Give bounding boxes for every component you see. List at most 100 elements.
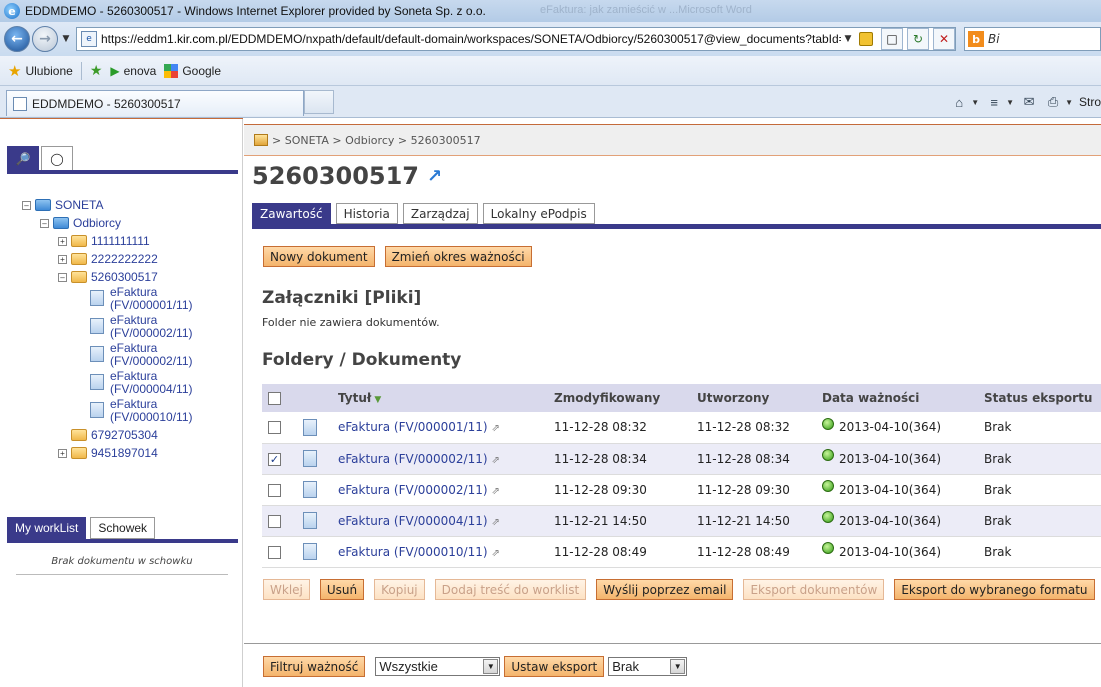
tags-tab-icon[interactable]: ◯ [41,146,73,171]
add-to-worklist-button[interactable]: Dodaj treść do worklist [434,579,587,600]
external-link-icon[interactable]: ⇗ [492,517,500,528]
row-checkbox[interactable] [268,545,281,559]
favorite-link-enova[interactable]: ▶ enova [110,64,156,78]
copy-button[interactable]: Kopiuj [374,579,425,600]
select-all-checkbox[interactable] [268,392,281,405]
set-export-button[interactable]: Ustaw eksport [504,656,605,677]
printer-icon[interactable]: ⎙ [1044,93,1062,111]
tree-label[interactable]: SONETA [55,198,103,212]
chevron-down-icon[interactable]: ▼ [670,659,686,674]
table-row[interactable]: eFaktura (FV/000010/11) ⇗ 11-12-28 08:49 … [262,536,1101,568]
home-icon[interactable]: ⌂ [950,93,968,111]
table-row[interactable]: eFaktura (FV/000002/11) ⇗ 11-12-28 09:30 … [262,474,1101,506]
export-documents-button[interactable]: Eksport dokumentów [743,579,885,600]
document-link[interactable]: eFaktura (FV/000002/11) [338,452,488,466]
stop-icon[interactable]: ✕ [933,28,955,50]
address-bar[interactable]: e https://eddm1.kir.com.pl/EDDMDEMO/nxpa… [76,27,956,51]
new-tab-button[interactable] [304,90,334,114]
title-header[interactable]: Tytuł ▼ [337,384,553,412]
delete-button[interactable]: Usuń [319,579,365,600]
row-checkbox[interactable] [268,514,281,528]
tree-doc-4[interactable]: eFaktura (FV/000004/11) [22,370,193,398]
tree-label[interactable]: 5260300517 [91,270,158,284]
row-checkbox[interactable] [268,483,281,497]
permalink-icon[interactable]: ↗ [427,166,442,187]
table-row[interactable]: eFaktura (FV/000001/11) ⇗ 11-12-28 08:32 … [262,412,1101,444]
tab-zarzadzaj[interactable]: Zarządzaj [402,203,478,224]
change-validity-button[interactable]: Zmień okres ważności [384,246,532,267]
tree-node-6792705304[interactable]: 6792705304 [22,426,193,444]
validity-header[interactable]: Data ważności [821,384,983,412]
url-text[interactable]: https://eddm1.kir.com.pl/EDDMDEMO/nxpath… [101,32,841,46]
tree-node-1111111111[interactable]: + 1111111111 [22,232,193,250]
tab-lokalny-epodpis[interactable]: Lokalny ePodpis [482,203,595,224]
chevron-down-icon[interactable]: ▼ [483,659,499,674]
history-dropdown-icon[interactable]: ▼ [60,34,72,44]
external-link-icon[interactable]: ⇗ [492,455,500,466]
modified-header[interactable]: Zmodyfikowany [553,384,696,412]
tree-label[interactable]: 2222222222 [91,252,158,266]
created-header[interactable]: Utworzony [696,384,821,412]
tree-doc-1[interactable]: eFaktura (FV/000001/11) [22,286,193,314]
row-checkbox-checked[interactable]: ✓ [268,452,281,466]
expand-icon[interactable]: + [58,236,67,246]
tree-label[interactable]: 9451897014 [91,446,158,460]
print-dropdown-icon[interactable]: ▼ [1065,98,1073,107]
back-arrow-icon[interactable]: ← [4,26,30,52]
filter-validity-button[interactable]: Filtruj ważność [263,656,366,677]
forward-arrow-icon[interactable]: → [32,26,58,52]
mail-icon[interactable]: ✉ [1020,93,1038,111]
table-row[interactable]: ✓ eFaktura (FV/000002/11) ⇗ 11-12-28 08:3… [262,443,1101,475]
tree-doc-2[interactable]: eFaktura (FV/000002/11) [22,314,193,342]
rss-dropdown-icon[interactable]: ▼ [1006,98,1014,107]
tree-label[interactable]: 1111111111 [91,234,150,248]
tree-label[interactable]: 6792705304 [91,428,158,442]
external-link-icon[interactable]: ⇗ [492,548,500,559]
export-format-button[interactable]: Eksport do wybranego formatu [894,579,1095,600]
document-link[interactable]: eFaktura (FV/000010/11) [338,545,488,559]
tree-doc-label[interactable]: eFaktura (FV/000002/11) [110,314,193,340]
refresh-icon[interactable]: ↻ [907,28,929,50]
new-document-button[interactable]: Nowy dokument [263,246,375,267]
tree-doc-label[interactable]: eFaktura (FV/000002/11) [110,342,193,368]
tree-node-5260300517[interactable]: – 5260300517 [22,268,193,286]
expand-icon[interactable]: + [58,448,67,458]
tree-node-9451897014[interactable]: + 9451897014 [22,444,193,462]
rss-icon[interactable]: ≡ [985,93,1003,111]
tree-tab-icon[interactable]: 🔎 [7,146,39,171]
tab-schowek[interactable]: Schowek [90,517,156,539]
lock-icon[interactable] [859,32,873,46]
up-folder-icon[interactable] [254,134,268,146]
external-link-icon[interactable]: ⇗ [492,423,500,434]
browser-tab[interactable]: EDDMDEMO - 5260300517 [6,90,304,116]
breadcrumb-text[interactable]: > SONETA > Odbiorcy > 5260300517 [272,134,481,147]
favorites-button[interactable]: ★ Ulubione [8,62,73,80]
tree-node-soneta[interactable]: – SONETA [22,196,193,214]
table-row[interactable]: eFaktura (FV/000004/11) ⇗ 11-12-21 14:50 … [262,505,1101,537]
address-dropdown-icon[interactable]: ▼ [841,34,855,44]
expand-icon[interactable]: + [58,254,67,264]
collapse-icon[interactable]: – [22,200,31,210]
tree-label[interactable]: Odbiorcy [73,216,121,230]
export-select[interactable]: Brak ▼ [608,657,688,676]
search-text[interactable]: Bi [988,32,1000,46]
paste-button[interactable]: Wklej [263,579,310,600]
tab-zawartosc[interactable]: Zawartość [252,203,331,224]
tree-doc-5[interactable]: eFaktura (FV/000010/11) [22,398,193,426]
sort-icon[interactable]: ▼ [374,395,381,405]
add-favorite-button[interactable]: ★ [90,62,103,79]
external-link-icon[interactable]: ⇗ [492,486,500,497]
tree-node-odbiorcy[interactable]: – Odbiorcy [22,214,193,232]
document-link[interactable]: eFaktura (FV/000004/11) [338,514,488,528]
collapse-icon[interactable]: – [40,218,49,228]
page-menu[interactable]: Stro [1079,95,1101,109]
tree-doc-label[interactable]: eFaktura (FV/000010/11) [110,398,193,424]
favorite-link-google[interactable]: Google [164,63,221,78]
tree-node-2222222222[interactable]: + 2222222222 [22,250,193,268]
search-box[interactable]: b Bi [964,27,1101,51]
validity-select[interactable]: Wszystkie ▼ [375,657,501,676]
document-link[interactable]: eFaktura (FV/000001/11) [338,420,488,434]
home-dropdown-icon[interactable]: ▼ [971,98,979,107]
tab-my-worklist[interactable]: My workList [7,517,87,539]
compatibility-view-icon[interactable]: □ [881,28,903,50]
